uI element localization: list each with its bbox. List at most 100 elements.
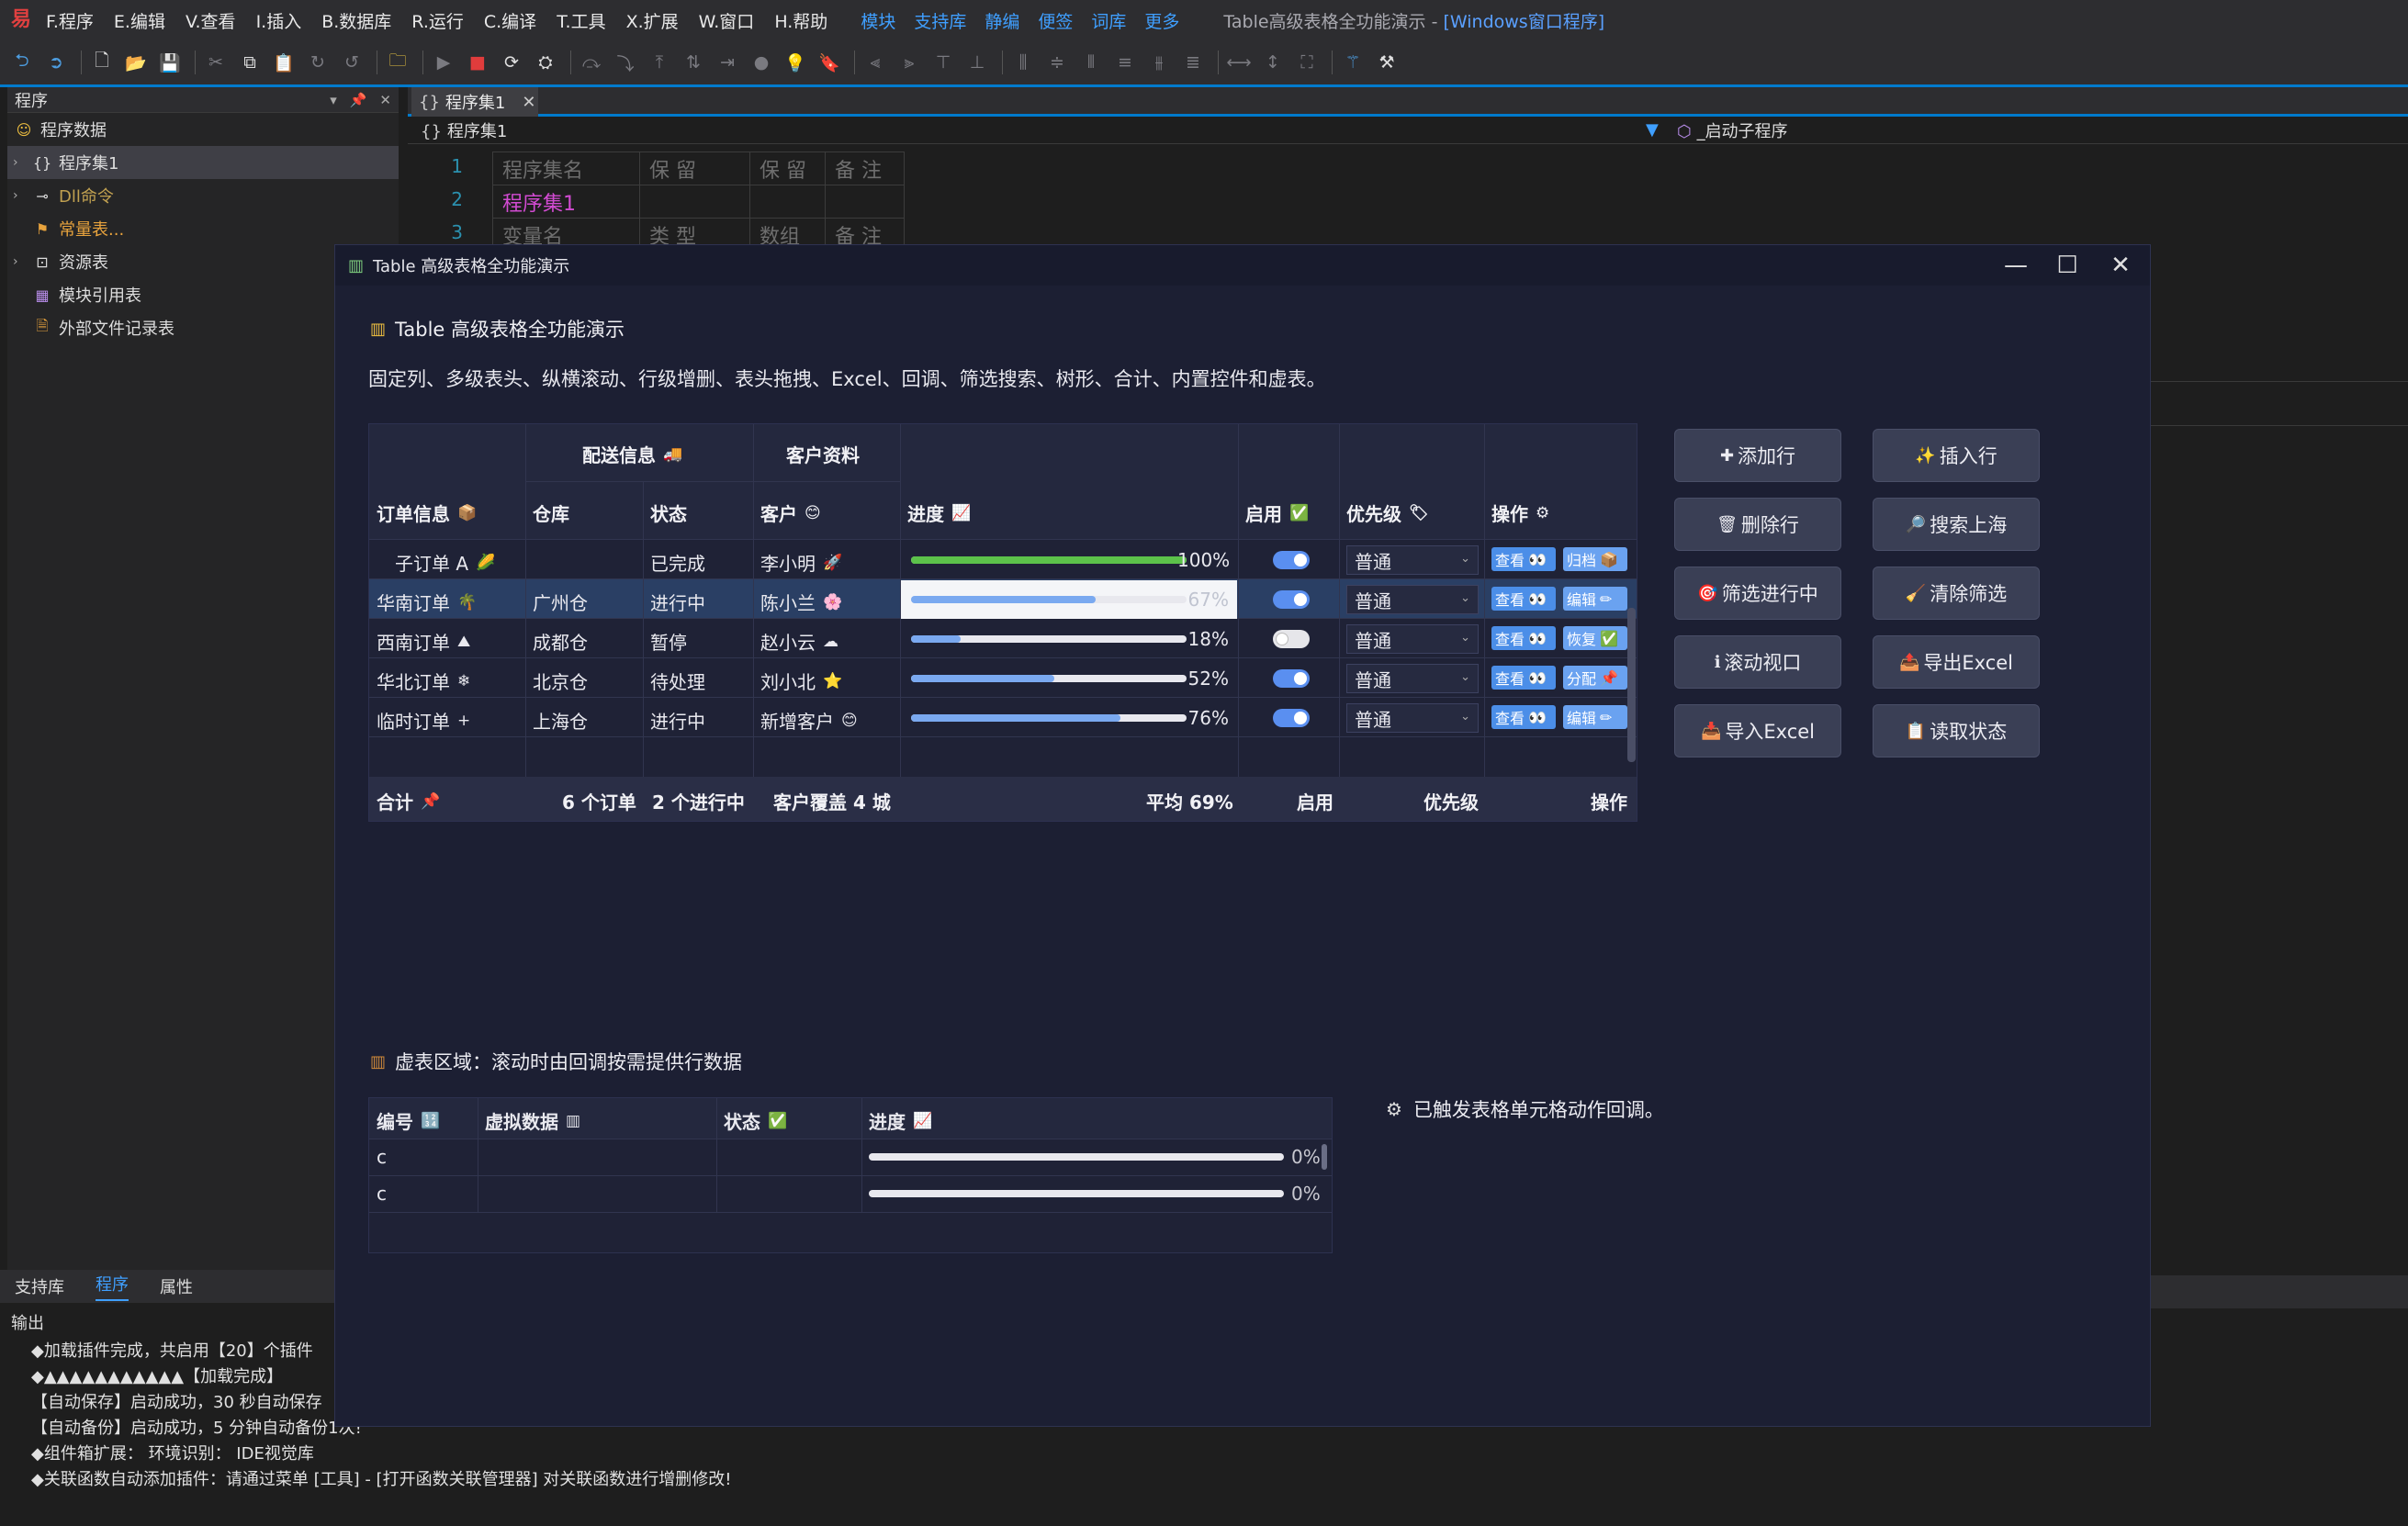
- step-icon[interactable]: ⇅: [682, 51, 704, 73]
- menu-run[interactable]: R.运行: [411, 8, 464, 33]
- code-editor[interactable]: 1 2 3 程序集名 保 留 保 留 备 注 程序集1 变量名 类 型 数组 备…: [408, 144, 2408, 252]
- enabled-toggle[interactable]: [1273, 630, 1310, 648]
- breakpoint-icon[interactable]: ●: [750, 51, 772, 73]
- forward-icon[interactable]: ➲: [45, 51, 67, 73]
- order-cell[interactable]: 子订单 A 🌽: [395, 549, 495, 576]
- column-header-actions[interactable]: 操作 ⚙: [1491, 499, 1549, 526]
- step-over-icon[interactable]: ⤼: [580, 51, 602, 73]
- status-cell[interactable]: 进行中: [650, 589, 705, 615]
- enabled-toggle[interactable]: [1273, 709, 1310, 727]
- menu-view[interactable]: V.查看: [186, 8, 236, 33]
- bookmark-icon[interactable]: 🔖: [818, 51, 840, 73]
- enabled-toggle[interactable]: [1273, 669, 1310, 688]
- redo-icon[interactable]: ↻: [307, 51, 329, 73]
- status-cell[interactable]: 进行中: [650, 707, 705, 734]
- align-right-icon[interactable]: ⫸: [898, 51, 920, 73]
- column-header-status[interactable]: 状态: [650, 499, 687, 526]
- code-cell[interactable]: 保 留: [749, 151, 826, 185]
- priority-select[interactable]: 普通 ⌄: [1346, 545, 1479, 575]
- row-action-button[interactable]: 编辑 ✏: [1563, 705, 1627, 729]
- view-button[interactable]: 查看 👀: [1491, 547, 1556, 571]
- align-top-icon[interactable]: ⊤: [932, 51, 954, 73]
- row-action-button[interactable]: 恢复 ✅: [1563, 626, 1627, 650]
- step-into-icon[interactable]: ⤵: [614, 51, 636, 74]
- nav-subroutine[interactable]: ⬡ _启动子程序: [1677, 118, 1788, 142]
- tab-properties[interactable]: 属性: [160, 1274, 193, 1298]
- customer-cell[interactable]: 赵小云 ☁: [760, 628, 838, 655]
- continue-icon[interactable]: ⇥: [716, 51, 738, 73]
- customer-cell[interactable]: 陈小兰 🌸: [760, 589, 842, 615]
- tree-item-dll[interactable]: › ⊸ Dll命令: [7, 179, 399, 212]
- export-excel-button[interactable]: 📤 导出Excel: [1873, 635, 2040, 689]
- add-row-button[interactable]: ✚ 添加行: [1674, 429, 1841, 482]
- center-h-icon[interactable]: ⫼: [1012, 51, 1034, 73]
- same-width-icon[interactable]: ⟷: [1226, 51, 1251, 73]
- customer-cell[interactable]: 李小明 🚀: [760, 549, 842, 576]
- view-button[interactable]: 查看 👀: [1491, 626, 1556, 650]
- menu-compile[interactable]: C.编译: [484, 8, 536, 33]
- delete-row-button[interactable]: 🗑 删除行: [1674, 498, 1841, 551]
- priority-select[interactable]: 普通 ⌄: [1346, 585, 1479, 614]
- tree-item-program-data[interactable]: ☺ 程序数据: [7, 113, 399, 146]
- link-support-lib[interactable]: 支持库: [914, 8, 966, 33]
- panel-close-icon[interactable]: ✕: [379, 92, 391, 108]
- code-cell[interactable]: 程序集1: [492, 185, 640, 219]
- align-bottom-icon[interactable]: ⊥: [966, 51, 988, 73]
- editor-tab-assembly[interactable]: {} 程序集1 ✕: [411, 87, 538, 117]
- search-shanghai-button[interactable]: 🔎 搜索上海: [1873, 498, 2040, 551]
- menu-edit[interactable]: E.编辑: [114, 8, 165, 33]
- vcolumn-header-id[interactable]: 编号 🔢: [377, 1107, 440, 1134]
- row-action-button[interactable]: 分配 📌: [1563, 666, 1627, 690]
- priority-select[interactable]: 普通 ⌄: [1346, 664, 1479, 693]
- view-button[interactable]: 查看 👀: [1491, 587, 1556, 611]
- column-header-priority[interactable]: 优先级 🏷: [1346, 499, 1429, 526]
- header-group-delivery[interactable]: 配送信息 🚚: [582, 441, 682, 467]
- column-header-enabled[interactable]: 启用 ✅: [1245, 499, 1309, 526]
- read-state-button[interactable]: 📋 读取状态: [1873, 704, 2040, 757]
- column-header-warehouse[interactable]: 仓库: [533, 499, 569, 526]
- warehouse-cell[interactable]: 广州仓: [533, 589, 588, 615]
- warehouse-cell[interactable]: 成都仓: [533, 628, 588, 655]
- code-cell[interactable]: [825, 185, 905, 219]
- menu-tools[interactable]: T.工具: [557, 8, 605, 33]
- minimize-button[interactable]: —: [1988, 249, 2043, 282]
- close-icon[interactable]: ✕: [522, 93, 535, 112]
- enabled-toggle[interactable]: [1273, 590, 1310, 609]
- table-scrollbar[interactable]: [1627, 608, 1636, 762]
- pin-icon[interactable]: 📌: [350, 92, 367, 108]
- code-cell[interactable]: [639, 185, 750, 219]
- compile-icon[interactable]: ⛭: [534, 51, 557, 73]
- order-cell[interactable]: 华北订单 ❄: [377, 668, 470, 694]
- insert-row-button[interactable]: ✨ 插入行: [1873, 429, 2040, 482]
- vcolumn-header-status[interactable]: 状态 ✅: [724, 1107, 787, 1134]
- tools-icon[interactable]: ⚒: [1376, 51, 1398, 73]
- same-size-icon[interactable]: ⛶: [1296, 51, 1318, 73]
- priority-select[interactable]: 普通 ⌄: [1346, 703, 1479, 733]
- status-cell[interactable]: 待处理: [650, 668, 705, 694]
- paste-icon[interactable]: 📋: [273, 51, 295, 73]
- undo-icon[interactable]: ↺: [341, 51, 363, 73]
- view-button[interactable]: 查看 👀: [1491, 705, 1556, 729]
- menu-program[interactable]: F.程序: [46, 8, 94, 33]
- spacing-h-icon[interactable]: ⫵: [1148, 51, 1170, 73]
- spacing-v-icon[interactable]: ≣: [1182, 51, 1204, 73]
- maximize-button[interactable]: ☐: [2040, 249, 2095, 282]
- warehouse-cell[interactable]: 北京仓: [533, 668, 588, 694]
- expand-arrow-icon[interactable]: ›: [13, 188, 31, 203]
- open-folder-icon[interactable]: 📂: [125, 51, 147, 73]
- center-v-icon[interactable]: ≑: [1046, 51, 1068, 73]
- restart-icon[interactable]: ⟳: [501, 51, 523, 73]
- stop-icon[interactable]: ■: [467, 51, 489, 73]
- chevron-down-icon[interactable]: ▼: [1646, 120, 1659, 140]
- menu-help[interactable]: H.帮助: [774, 8, 827, 33]
- code-cell[interactable]: 程序集名: [492, 151, 640, 185]
- column-header-progress[interactable]: 进度 📈: [907, 499, 971, 526]
- link-module[interactable]: 模块: [861, 8, 895, 33]
- back-icon[interactable]: ⮌: [11, 50, 33, 73]
- status-cell[interactable]: 已完成: [650, 549, 705, 576]
- code-cell[interactable]: [749, 185, 826, 219]
- link-more[interactable]: 更多: [1144, 8, 1179, 33]
- link-notes[interactable]: 便签: [1038, 8, 1073, 33]
- vrow-id[interactable]: c: [377, 1146, 387, 1168]
- menu-database[interactable]: B.数据库: [321, 8, 391, 33]
